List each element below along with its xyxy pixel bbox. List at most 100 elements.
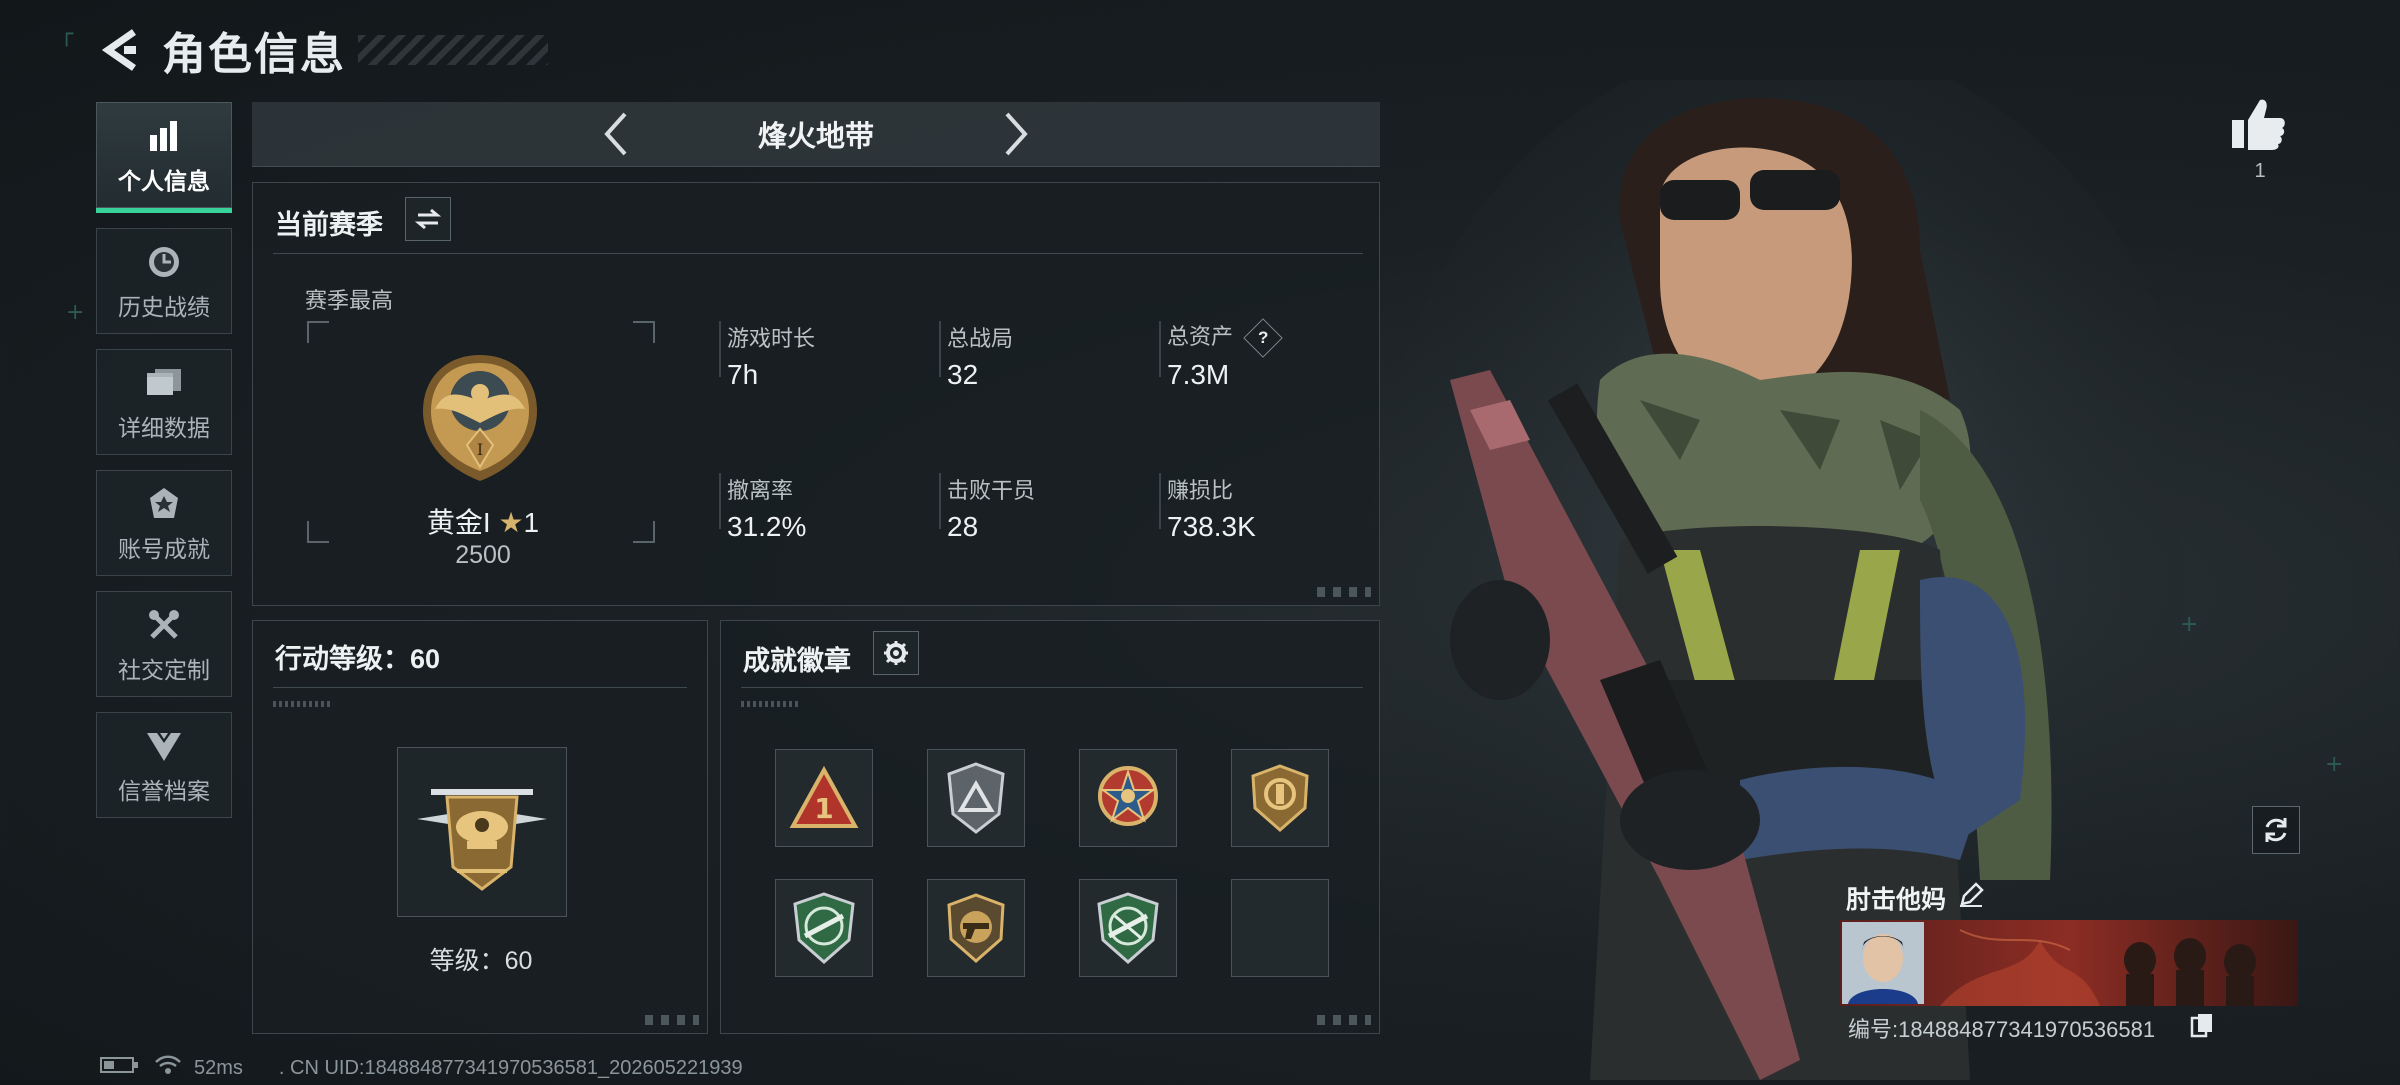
sidebar: 个人信息 历史战绩 详细数据 账号成就 社交定制 信誉档案 — [96, 102, 234, 833]
stat-value: 738.3K — [1167, 511, 1256, 542]
help-icon: ? — [1257, 328, 1269, 348]
prev-mode-arrow-icon[interactable] — [591, 106, 641, 162]
achievements-panel: 成就徽章 1 — [720, 620, 1380, 1034]
bar-chart-icon — [147, 114, 181, 158]
gear-icon — [884, 641, 908, 665]
rank-name-row: 黄金I ★1 — [253, 501, 713, 541]
level-panel: 行动等级：60 等级：60 — [252, 620, 708, 1034]
achievement-icon — [146, 482, 182, 526]
ping-value: 52ms — [194, 1056, 243, 1079]
sidebar-item-label: 信誉档案 — [118, 778, 210, 804]
mode-switcher: 烽火地带 — [252, 102, 1380, 167]
star-medal-badge-icon — [1098, 766, 1158, 826]
player-avatar[interactable] — [1842, 922, 1924, 1004]
title-decoration — [358, 35, 548, 65]
stat-value: 7h — [727, 359, 759, 390]
frame-corner — [633, 321, 655, 343]
player-name: 肘击他妈 — [1846, 886, 1947, 914]
achievement-badge[interactable]: 1 — [775, 749, 873, 847]
stat-label: 总战局 — [947, 326, 1014, 351]
like-count: 1 — [2254, 160, 2266, 182]
thumbs-up-icon[interactable] — [2228, 96, 2288, 157]
sidebar-item-social[interactable]: 社交定制 — [96, 591, 232, 697]
achievement-badge[interactable] — [927, 879, 1025, 977]
star-icon: ★ — [498, 507, 524, 538]
achievement-badge[interactable] — [1231, 749, 1329, 847]
stat-value: 7.3M — [1167, 359, 1230, 390]
helicopter-level-emblem-icon — [417, 789, 547, 891]
green-rifle-badge-icon — [793, 892, 855, 964]
rotate-refresh-button[interactable] — [2252, 806, 2300, 854]
stat-label: 总资产 ? — [1167, 318, 1283, 358]
season-title: 当前赛季 — [275, 210, 383, 240]
line-decoration — [273, 701, 333, 707]
stat-separator — [939, 473, 941, 529]
page-title: 角色信息 — [162, 30, 346, 79]
season-panel: 当前赛季 赛季最高 I 黄金I ★1 2500 游戏时长 7h 总战局 32 总… — [252, 182, 1380, 606]
achievement-badge[interactable] — [927, 749, 1025, 847]
uid-text: . CN UID:1848848773419705365​81_20260522… — [278, 1056, 743, 1079]
sidebar-item-detail-data[interactable]: 详细数据 — [96, 349, 232, 455]
sidebar-item-label: 历史战绩 — [118, 294, 210, 320]
frame-corner — [307, 321, 329, 343]
divider — [273, 687, 687, 688]
achievement-badge[interactable] — [1079, 879, 1177, 977]
stat-separator — [1159, 321, 1161, 377]
battery-icon — [100, 1055, 140, 1081]
copy-icon[interactable] — [2190, 1012, 2214, 1043]
silver-triangle-shield-badge-icon — [947, 762, 1005, 834]
stat-separator — [1159, 473, 1161, 529]
sidebar-item-label: 社交定制 — [118, 657, 210, 683]
season-switch-button[interactable] — [405, 197, 451, 241]
achievement-badge[interactable] — [775, 879, 873, 977]
divider — [273, 253, 1363, 254]
svg-text:I: I — [477, 440, 483, 459]
rank-stars: 1 — [523, 507, 540, 538]
stat-label: 游戏时长 — [727, 326, 816, 351]
gold-shield-badge-icon — [1251, 764, 1309, 832]
stat-label: 赚损比 — [1167, 478, 1234, 503]
sidebar-item-achievements[interactable]: 账号成就 — [96, 470, 232, 576]
stat-separator — [719, 473, 721, 529]
mode-title: 烽火地带 — [757, 121, 874, 153]
refresh-icon — [2265, 818, 2287, 842]
next-mode-arrow-icon[interactable] — [991, 106, 1041, 162]
tools-icon — [146, 603, 182, 647]
rank-emblem-icon: I — [415, 349, 545, 494]
stat-separator — [719, 321, 721, 377]
level-title: 行动等级：60 — [275, 644, 441, 674]
status-bar: 52ms . CN UID:1848848773419705365​81_202… — [100, 1054, 743, 1082]
rank-score: 2500 — [455, 541, 511, 569]
stat-label: 撤离率 — [727, 478, 794, 503]
svg-text:1: 1 — [814, 792, 833, 825]
sidebar-item-personal-info[interactable]: 个人信息 — [96, 102, 232, 208]
sidebar-item-history[interactable]: 历史战绩 — [96, 228, 232, 334]
gold-pistol-badge-icon — [947, 893, 1005, 963]
sidebar-item-reputation[interactable]: 信誉档案 — [96, 712, 232, 818]
stat-label-text: 总资产 — [1167, 324, 1234, 349]
achievement-badge[interactable] — [1079, 749, 1177, 847]
achievements-settings-button[interactable] — [873, 631, 919, 675]
edit-pencil-icon[interactable] — [1958, 882, 1984, 913]
triangle-rank-1-badge-icon: 1 — [789, 766, 859, 828]
sidebar-item-label: 账号成就 — [118, 536, 210, 562]
level-caption: 等级：60 — [429, 947, 533, 975]
corner-decoration — [645, 1015, 699, 1025]
swap-arrows-icon — [415, 208, 441, 230]
stat-separator — [939, 321, 941, 377]
stat-label: 击败干员 — [947, 478, 1036, 503]
history-clock-icon — [146, 240, 182, 284]
achievement-badge-empty[interactable] — [1231, 879, 1329, 977]
wifi-icon — [154, 1054, 182, 1082]
reputation-icon — [145, 724, 183, 768]
rank-name: 黄金I — [426, 507, 491, 538]
back-arrow-icon[interactable] — [96, 26, 144, 74]
active-indicator — [96, 208, 232, 213]
level-emblem-frame — [397, 747, 567, 917]
player-id: 编号:1848848773419705365​81 — [1848, 1017, 2156, 1042]
folder-data-icon — [145, 361, 183, 405]
help-button[interactable]: ? — [1243, 318, 1283, 358]
sidebar-item-label: 详细数据 — [118, 415, 210, 441]
achievements-title: 成就徽章 — [743, 646, 851, 676]
header: 角色信息 — [96, 22, 548, 79]
